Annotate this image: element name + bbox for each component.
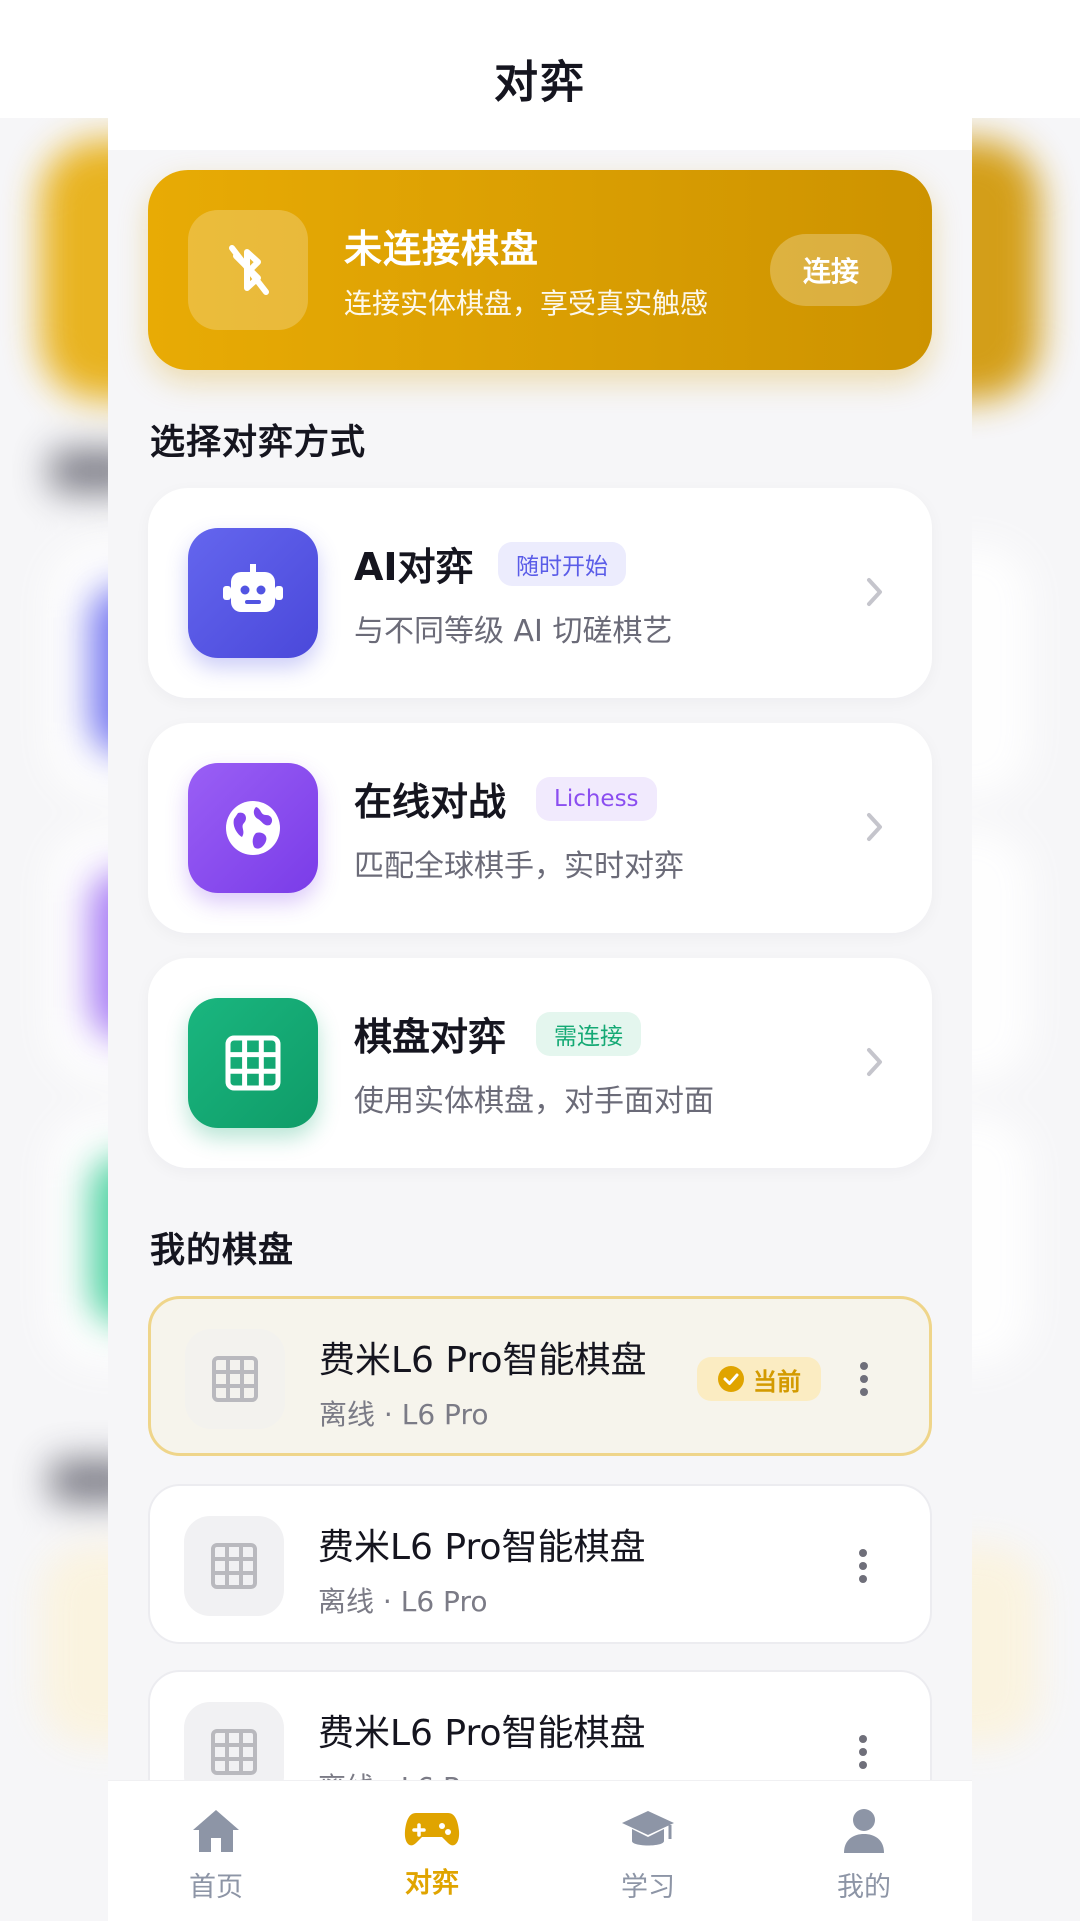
more-vertical-icon[interactable] <box>856 1546 870 1586</box>
tab-label: 对弈 <box>405 1868 459 1899</box>
section-title-boards: 我的棋盘 <box>150 1231 295 1271</box>
tab-label: 我的 <box>837 1872 891 1903</box>
board-meta: 离线 · L6 Pro <box>319 1398 489 1431</box>
mode-card-ai[interactable]: AI对弈 随时开始 与不同等级 AI 切磋棋艺 <box>148 488 932 698</box>
chevron-right-icon <box>867 813 882 841</box>
main-content: 未连接棋盘 连接实体棋盘，享受真实触感 连接 选择对弈方式 AI对弈 随时开始 … <box>108 118 972 1780</box>
more-vertical-icon[interactable] <box>857 1359 871 1399</box>
page-title: 对弈 <box>494 57 586 108</box>
connect-button[interactable]: 连接 <box>770 234 892 306</box>
board-meta: 离线 · L6 Pro <box>318 1585 488 1618</box>
board-connection-banner: 未连接棋盘 连接实体棋盘，享受真实触感 连接 <box>148 170 932 370</box>
board-grid-icon <box>184 1702 284 1780</box>
chevron-right-icon <box>867 578 882 606</box>
bluetooth-off-icon <box>188 210 308 330</box>
mode-subtitle: 与不同等级 AI 切磋棋艺 <box>354 614 673 649</box>
graduation-cap-icon <box>622 1811 674 1846</box>
board-name: 费米L6 Pro智能棋盘 <box>319 1340 647 1381</box>
banner-subtitle: 连接实体棋盘，享受真实触感 <box>344 287 709 320</box>
top-bar: 对弈 <box>0 0 1080 118</box>
mode-card-online[interactable]: 在线对战 Lichess 匹配全球棋手，实时对弈 <box>148 723 932 933</box>
mode-badge: 随时开始 <box>498 542 626 586</box>
section-title-modes: 选择对弈方式 <box>150 423 367 463</box>
more-vertical-icon[interactable] <box>856 1732 870 1772</box>
globe-icon <box>188 763 318 893</box>
board-grid-icon <box>184 1516 284 1616</box>
board-item-current[interactable]: 费米L6 Pro智能棋盘 离线 · L6 Pro 当前 <box>148 1296 932 1456</box>
board-grid-icon <box>185 1329 285 1429</box>
mode-title: 在线对战 <box>354 780 507 824</box>
user-icon <box>844 1809 884 1853</box>
chevron-right-icon <box>867 1048 882 1076</box>
board-item[interactable]: 费米L6 Pro智能棋盘 离线 · L6 Pro <box>148 1670 932 1780</box>
current-badge: 当前 <box>697 1357 821 1401</box>
bottom-tab-bar: 首页 对弈 学习 我的 <box>108 1780 972 1921</box>
board-name: 费米L6 Pro智能棋盘 <box>318 1713 646 1754</box>
mode-badge: 需连接 <box>536 1012 641 1056</box>
board-name: 费米L6 Pro智能棋盘 <box>318 1527 646 1568</box>
board-item[interactable]: 费米L6 Pro智能棋盘 离线 · L6 Pro <box>148 1484 932 1644</box>
check-circle-icon <box>718 1366 744 1392</box>
mode-subtitle: 匹配全球棋手，实时对弈 <box>354 849 684 884</box>
tab-label: 首页 <box>189 1872 243 1903</box>
board-meta: 离线 · L6 Pro <box>318 1766 487 1780</box>
mode-subtitle: 使用实体棋盘，对手面对面 <box>354 1084 714 1119</box>
tab-learn[interactable]: 学习 <box>540 1781 756 1921</box>
home-icon <box>193 1810 239 1852</box>
mode-badge: Lichess <box>536 777 657 821</box>
mode-card-board[interactable]: 棋盘对弈 需连接 使用实体棋盘，对手面对面 <box>148 958 932 1168</box>
mode-title: AI对弈 <box>354 545 474 589</box>
tab-label: 学习 <box>621 1872 675 1903</box>
robot-icon <box>188 528 318 658</box>
tab-profile[interactable]: 我的 <box>756 1781 972 1921</box>
banner-title: 未连接棋盘 <box>344 227 540 271</box>
gamepad-icon <box>404 1813 460 1846</box>
board-grid-icon <box>188 998 318 1128</box>
tab-home[interactable]: 首页 <box>108 1781 324 1921</box>
tab-play[interactable]: 对弈 <box>324 1781 540 1921</box>
mode-title: 棋盘对弈 <box>354 1015 507 1059</box>
